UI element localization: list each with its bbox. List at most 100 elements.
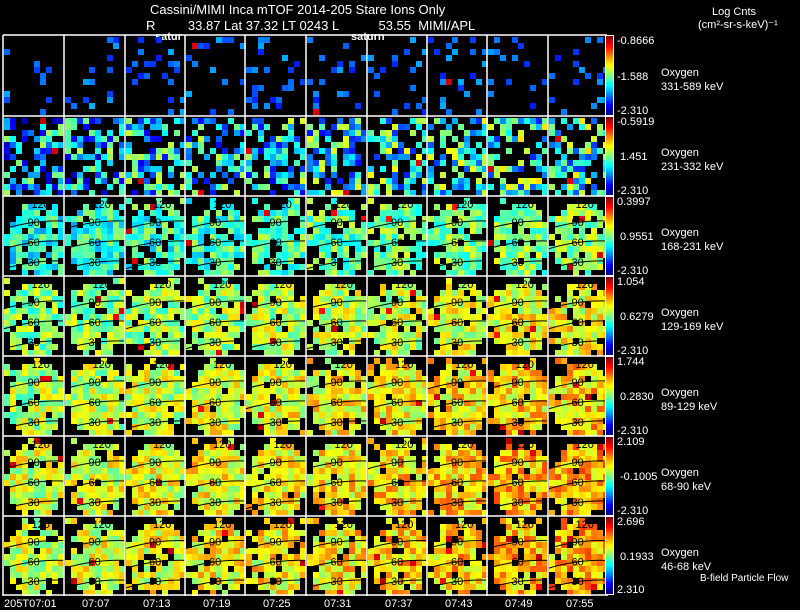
pixel-cell bbox=[34, 67, 40, 73]
pixel-cell bbox=[258, 118, 264, 124]
pixel-cell bbox=[113, 222, 119, 228]
pixel-cell bbox=[101, 154, 107, 160]
pixel-cell bbox=[386, 178, 392, 184]
pixel-cell bbox=[186, 394, 192, 400]
pixel-cell bbox=[464, 184, 470, 190]
pixel-cell bbox=[500, 308, 506, 314]
pixel-cell bbox=[561, 258, 567, 264]
pixel-cell bbox=[10, 228, 16, 234]
pixel-cell bbox=[16, 234, 22, 240]
pixel-cell bbox=[597, 210, 603, 216]
pixel-cell bbox=[294, 450, 300, 456]
pixel-cell bbox=[325, 204, 331, 210]
pixel-cell bbox=[228, 246, 234, 252]
pixel-cell bbox=[138, 492, 144, 498]
pixel-cell bbox=[500, 394, 506, 400]
pixel-cell bbox=[65, 136, 71, 142]
pixel-cell bbox=[282, 160, 288, 166]
panel bbox=[549, 37, 609, 115]
pixel-cell bbox=[355, 154, 361, 160]
pixel-cell bbox=[58, 172, 64, 178]
pixel-cell bbox=[561, 498, 567, 504]
pixel-cell bbox=[380, 234, 386, 240]
pixel-cell bbox=[313, 258, 319, 264]
pixel-cell bbox=[398, 270, 404, 276]
pixel-cell bbox=[561, 228, 567, 234]
pixel-cell bbox=[252, 418, 258, 424]
contour-label: 120 bbox=[32, 279, 50, 291]
pixel-cell bbox=[288, 264, 294, 270]
pixel-cell bbox=[476, 302, 482, 308]
pixel-cell bbox=[101, 190, 107, 196]
pixel-cell bbox=[294, 252, 300, 258]
pixel-cell bbox=[144, 350, 150, 356]
pixel-cell bbox=[440, 118, 446, 124]
pixel-cell bbox=[113, 252, 119, 258]
pixel-cell bbox=[343, 148, 349, 154]
pixel-cell bbox=[555, 358, 561, 364]
pixel-cell bbox=[488, 480, 494, 486]
pixel-cell bbox=[126, 67, 132, 73]
pixel-cell bbox=[258, 394, 264, 400]
pixel-cell bbox=[458, 350, 464, 356]
pixel-cell bbox=[597, 302, 603, 308]
pixel-cell bbox=[46, 67, 52, 73]
pixel-cell bbox=[234, 284, 240, 290]
pixel-cell bbox=[4, 364, 10, 370]
pixel-cell bbox=[428, 320, 434, 326]
pixel-cell bbox=[10, 400, 16, 406]
pixel-cell bbox=[542, 412, 548, 418]
pixel-cell bbox=[555, 498, 561, 504]
pixel-cell bbox=[355, 370, 361, 376]
panel bbox=[246, 118, 306, 196]
pixel-cell bbox=[585, 350, 591, 356]
pixel-cell bbox=[288, 302, 294, 308]
pixel-cell bbox=[446, 43, 452, 49]
pixel-cell bbox=[416, 412, 422, 418]
pixel-cell bbox=[52, 204, 58, 210]
pixel-cell bbox=[404, 382, 410, 388]
pixel-cell bbox=[270, 160, 276, 166]
pixel-cell bbox=[561, 166, 567, 172]
pixel-cell bbox=[132, 510, 138, 516]
pixel-cell bbox=[132, 61, 138, 67]
pixel-cell bbox=[313, 91, 319, 97]
pixel-cell bbox=[192, 296, 198, 302]
contour-label: 90 bbox=[451, 377, 463, 389]
panel bbox=[428, 118, 488, 196]
pixel-cell bbox=[126, 172, 132, 178]
pixel-cell bbox=[349, 178, 355, 184]
pixel-cell bbox=[561, 492, 567, 498]
pixel-cell bbox=[500, 210, 506, 216]
pixel-cell bbox=[282, 154, 288, 160]
pixel-cell bbox=[107, 222, 113, 228]
pixel-cell bbox=[4, 148, 10, 154]
pixel-cell bbox=[368, 136, 374, 142]
pixel-cell bbox=[591, 148, 597, 154]
pixel-cell bbox=[434, 118, 440, 124]
pixel-cell bbox=[434, 388, 440, 394]
pixel-cell bbox=[204, 118, 210, 124]
pixel-cell bbox=[126, 314, 132, 320]
pixel-cell bbox=[542, 486, 548, 492]
pixel-cell bbox=[300, 430, 306, 436]
pixel-cell bbox=[434, 474, 440, 480]
pixel-cell bbox=[585, 388, 591, 394]
pixel-cell bbox=[530, 406, 536, 412]
pixel-cell bbox=[174, 326, 180, 332]
pixel-cell bbox=[34, 61, 40, 67]
pixel-cell bbox=[573, 172, 579, 178]
pixel-cell bbox=[174, 252, 180, 258]
pixel-cell bbox=[434, 49, 440, 55]
pixel-cell bbox=[77, 486, 83, 492]
pixel-cell bbox=[4, 234, 10, 240]
pixel-cell bbox=[174, 350, 180, 356]
pixel-cell bbox=[107, 55, 113, 61]
pixel-cell bbox=[198, 388, 204, 394]
pixel-cell bbox=[561, 486, 567, 492]
pixel-cell bbox=[524, 222, 530, 228]
pixel-cell bbox=[246, 148, 252, 154]
pixel-cell bbox=[77, 308, 83, 314]
pixel-cell bbox=[416, 388, 422, 394]
pixel-cell bbox=[524, 350, 530, 356]
